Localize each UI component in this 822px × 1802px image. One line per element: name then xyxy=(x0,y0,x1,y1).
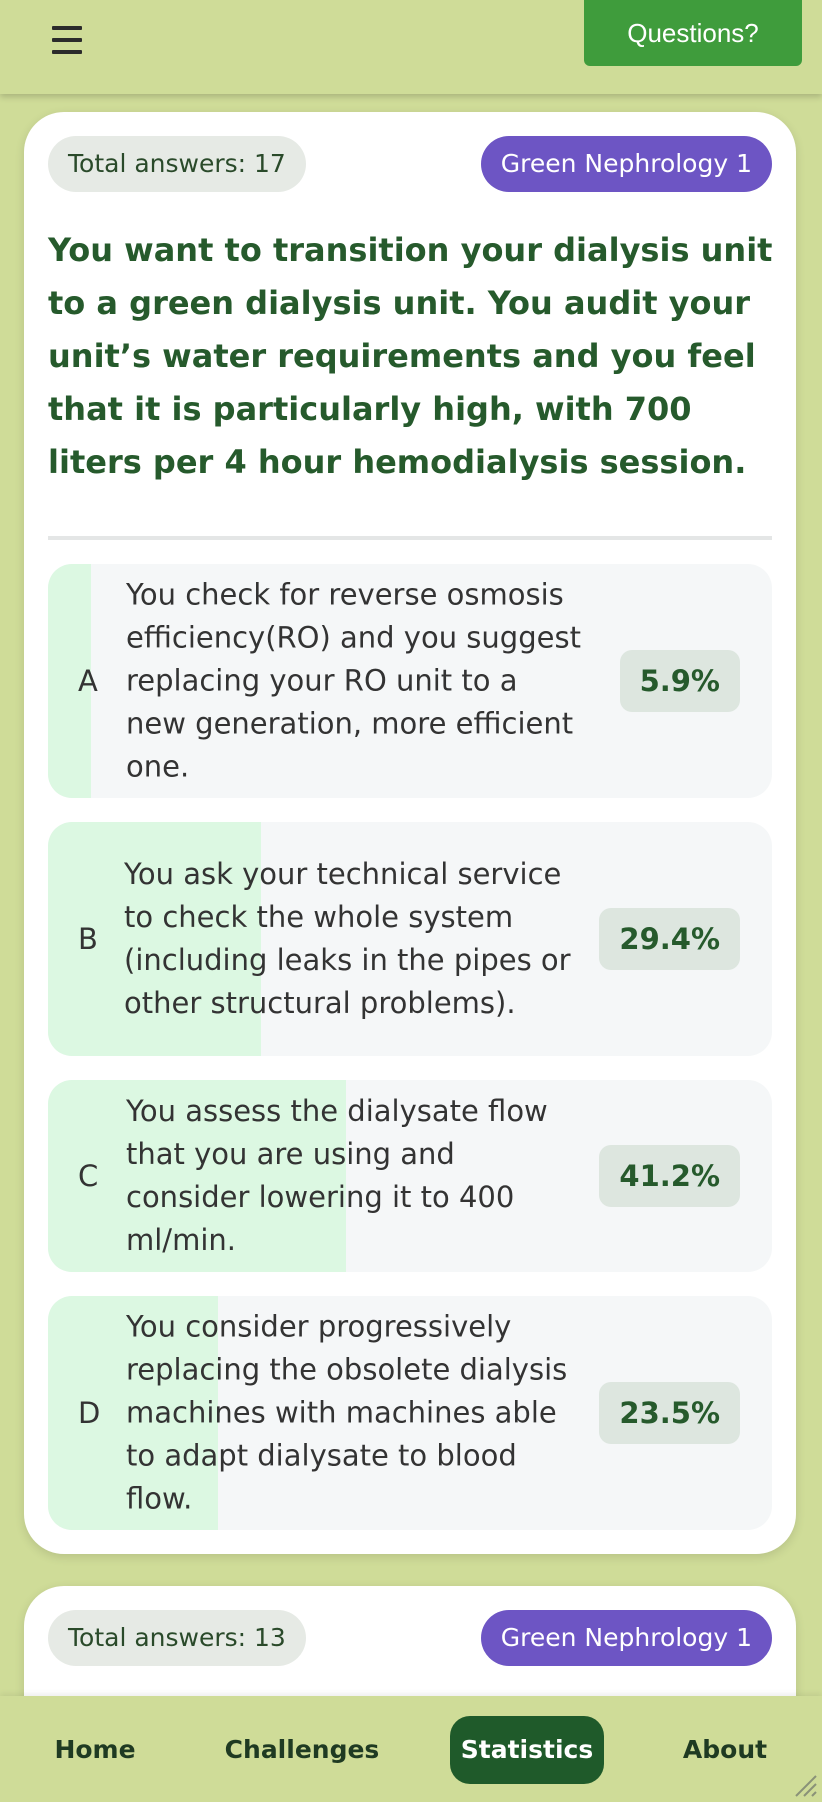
answer-option-c[interactable]: C You assess the dialysate flow that you… xyxy=(48,1080,772,1272)
option-percent-badge: 23.5% xyxy=(599,1382,740,1444)
bottom-navigation: Home Challenges Statistics About xyxy=(0,1696,822,1802)
nav-about[interactable]: About xyxy=(670,1716,780,1784)
option-letter: D xyxy=(78,1396,101,1430)
nav-challenges[interactable]: Challenges xyxy=(222,1716,382,1784)
questions-button[interactable]: Questions? xyxy=(584,0,802,66)
total-answers-badge: Total answers: 13 xyxy=(48,1610,306,1666)
answer-option-d[interactable]: D You consider progressively replacing t… xyxy=(48,1296,772,1530)
statistics-list[interactable]: Total answers: 17 Green Nephrology 1 You… xyxy=(0,94,822,1696)
divider xyxy=(48,536,772,540)
question-text: You want to transition your dialysis uni… xyxy=(48,231,773,481)
topic-badge: Green Nephrology 1 xyxy=(480,1610,772,1666)
total-answers-badge: Total answers: 17 xyxy=(48,136,306,192)
option-text: You assess the dialysate flow that you a… xyxy=(126,1094,548,1257)
answer-option-b[interactable]: B You ask your technical service to chec… xyxy=(48,822,772,1056)
option-letter: A xyxy=(78,664,98,698)
nav-home[interactable]: Home xyxy=(40,1716,150,1784)
question-card: Total answers: 13 Green Nephrology 1 xyxy=(24,1586,796,1696)
hamburger-icon[interactable] xyxy=(52,26,82,54)
option-text: You consider progressively replacing the… xyxy=(126,1309,568,1516)
option-letter: B xyxy=(78,922,98,956)
question-card: Total answers: 17 Green Nephrology 1 You… xyxy=(24,112,796,1554)
option-percent-badge: 41.2% xyxy=(599,1145,740,1207)
answer-option-a[interactable]: A You check for reverse osmosis efficien… xyxy=(48,564,772,798)
option-text: You ask your technical service to check … xyxy=(124,857,571,1020)
nav-statistics[interactable]: Statistics xyxy=(450,1716,604,1784)
option-letter: C xyxy=(78,1159,99,1193)
option-percent-badge: 5.9% xyxy=(619,650,740,712)
resize-grip-icon xyxy=(795,1775,817,1797)
top-bar: Questions? xyxy=(0,0,822,94)
option-text: You check for reverse osmosis efficiency… xyxy=(126,577,581,784)
topic-badge: Green Nephrology 1 xyxy=(480,136,772,192)
option-percent-badge: 29.4% xyxy=(599,908,740,970)
